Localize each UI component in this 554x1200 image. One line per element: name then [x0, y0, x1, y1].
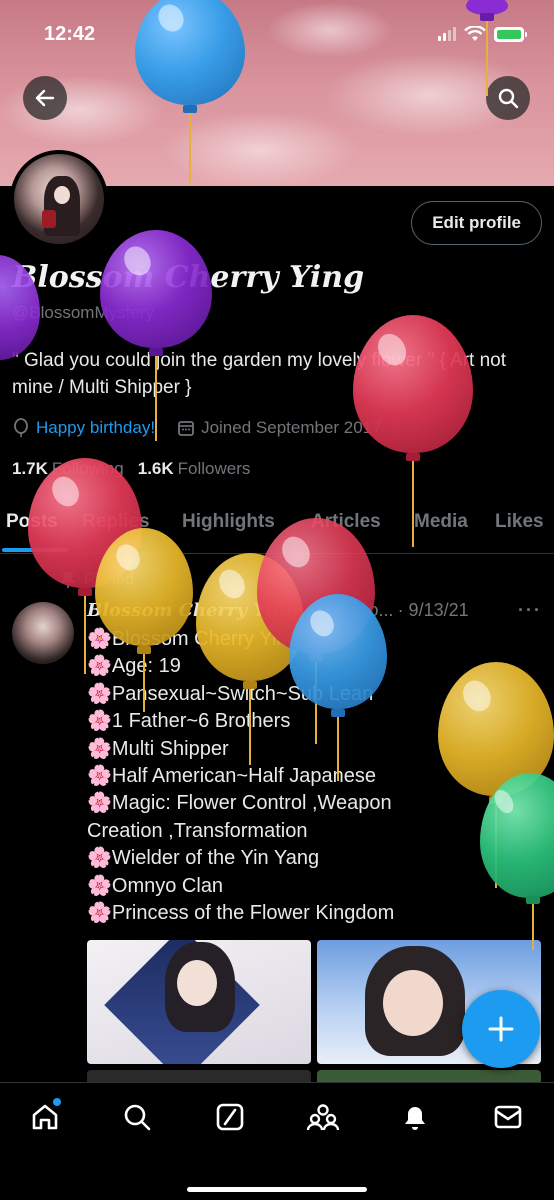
nav-search[interactable] — [117, 1097, 157, 1137]
profile-meta: Happy birthday! Joined September 2017 — [12, 418, 382, 438]
active-tab-indicator — [2, 548, 68, 552]
communities-icon — [306, 1104, 340, 1131]
post-line: 🌸Wielder of the Yin Yang — [87, 847, 320, 870]
messages-icon — [494, 1105, 522, 1129]
post-line: 🌸Half American~Half Japanese — [87, 765, 376, 788]
notifications-icon — [405, 1107, 425, 1130]
flower-emoji: 🌸 — [87, 710, 112, 733]
profile-bio: " Glad you could join the garden my love… — [12, 350, 507, 398]
post-header: Blossom Cherry Ying @Blosso... · 9/13/21… — [87, 600, 542, 621]
status-bar: 12:42 — [0, 0, 554, 60]
post-text: 🌸Blossom Cherry Ying 🌸Age: 19 🌸Pansexual… — [87, 626, 537, 927]
grok-icon — [216, 1103, 244, 1131]
signal-icon — [438, 27, 456, 41]
notification-dot — [53, 1098, 61, 1106]
flower-emoji: 🌸 — [87, 682, 112, 705]
profile-tabs: Posts Replies Highlights Articles Media … — [0, 498, 554, 554]
post-line: 🌸Blossom Cherry Ying — [87, 628, 299, 650]
flower-emoji: 🌸 — [87, 874, 112, 897]
flower-emoji: 🌸 — [87, 765, 112, 788]
post-line: Creation ,Transformation — [87, 819, 308, 842]
tab-highlights[interactable]: Highlights — [182, 511, 275, 533]
nav-home[interactable] — [25, 1097, 65, 1137]
tab-likes[interactable]: Likes — [495, 511, 544, 533]
flower-emoji: 🌸 — [87, 792, 112, 815]
post-line: 🌸Omnyo Clan — [87, 874, 224, 897]
wifi-icon — [464, 26, 486, 41]
search-icon — [498, 88, 519, 109]
back-arrow-icon — [35, 89, 55, 107]
following-link[interactable]: 1.7K Following — [12, 459, 124, 479]
pin-icon — [60, 572, 76, 588]
status-icons — [438, 26, 527, 42]
plus-icon — [488, 1016, 514, 1042]
post-image[interactable] — [87, 940, 311, 1064]
post-line: 🌸Magic: Flower Control ,Weapon — [87, 792, 392, 815]
calendar-icon — [178, 421, 194, 436]
tab-media[interactable]: Media — [414, 511, 468, 533]
joined-date: Joined September 2017 — [201, 418, 382, 437]
compose-button[interactable] — [462, 990, 540, 1068]
flower-emoji: 🌸 — [87, 628, 112, 650]
status-time: 12:42 — [44, 23, 96, 45]
post-date: · 9/13/21 — [397, 600, 469, 620]
flower-emoji: 🌸 — [87, 847, 112, 870]
flower-emoji: 🌸 — [87, 655, 112, 678]
nav-grok[interactable] — [210, 1097, 250, 1137]
nav-notifications[interactable] — [395, 1097, 435, 1137]
followers-link[interactable]: 1.6K Followers — [138, 459, 251, 479]
back-button[interactable] — [23, 76, 67, 120]
pinned-label: Pinned — [60, 571, 134, 589]
display-name: Blossom Cherry Ying — [12, 260, 365, 295]
nav-messages[interactable] — [488, 1097, 528, 1137]
balloon-icon — [14, 418, 28, 437]
home-indicator — [187, 1187, 367, 1192]
profile-avatar[interactable] — [10, 150, 108, 248]
tab-articles[interactable]: Articles — [311, 511, 381, 533]
post-line: 🌸1 Father~6 Brothers — [87, 710, 291, 733]
battery-icon — [494, 26, 527, 42]
post-more-button[interactable]: ··· — [518, 600, 542, 621]
tab-replies[interactable]: Replies — [82, 511, 150, 533]
tab-posts[interactable]: Posts — [6, 511, 58, 533]
flower-emoji: 🌸 — [87, 737, 112, 760]
post-avatar[interactable] — [12, 602, 74, 664]
user-handle: @BlossomMystery — [12, 303, 154, 322]
post-line: 🌸Princess of the Flower Kingdom — [87, 902, 395, 925]
bottom-nav — [0, 1082, 554, 1200]
post-line: 🌸Age: 19 — [87, 655, 181, 678]
edit-profile-button[interactable]: Edit profile — [411, 201, 542, 245]
post-line: 🌸Multi Shipper — [87, 737, 229, 760]
search-icon — [124, 1104, 151, 1131]
post-author[interactable]: Blossom Cherry Ying — [87, 600, 298, 621]
flower-emoji: 🌸 — [87, 902, 112, 925]
birthday-link[interactable]: Happy birthday! — [36, 418, 155, 438]
post-handle: @Blosso... — [306, 600, 394, 620]
search-button[interactable] — [486, 76, 530, 120]
nav-communities[interactable] — [303, 1097, 343, 1137]
post-line: 🌸Pansexual~Switch~Sub Lean — [87, 682, 374, 705]
follow-counts: 1.7K Following 1.6K Followers — [12, 459, 250, 479]
